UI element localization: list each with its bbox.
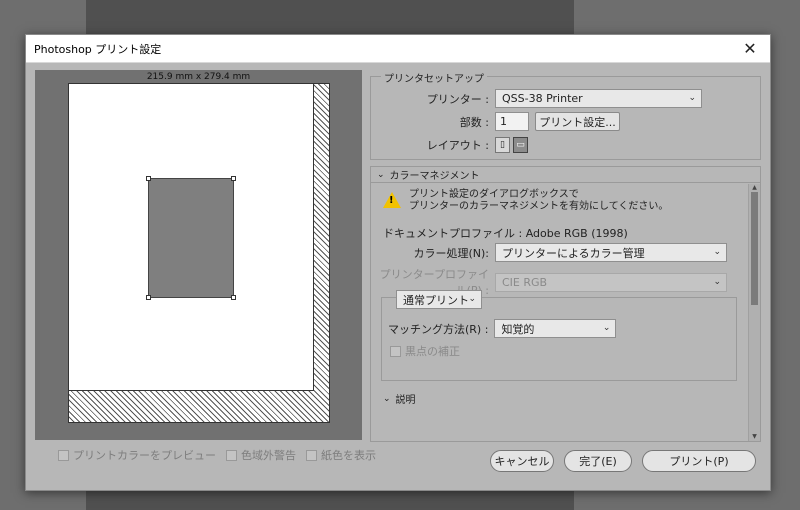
color-management-panel: ⌄ カラーマネジメント ! プリント設定のダイアログボックスで プリンターのカラ… [370, 166, 761, 442]
vertical-scrollbar[interactable]: ▲ ▼ [748, 184, 760, 441]
chevron-down-icon: ⌄ [602, 323, 611, 333]
print-settings-button[interactable]: プリント設定... [535, 112, 620, 131]
color-handling-label: カラー処理(N): [413, 246, 489, 260]
checkbox-label: 色域外警告 [241, 449, 296, 462]
description-title: 説明 [395, 395, 416, 406]
printable-area [69, 84, 314, 391]
checkbox-label: プリントカラーをプレビュー [73, 449, 216, 462]
color-handling-select[interactable]: プリンターによるカラー管理 ⌄ [495, 243, 727, 262]
color-management-header[interactable]: ⌄ カラーマネジメント [371, 167, 760, 183]
copies-input[interactable]: 1 [495, 112, 529, 131]
normal-print-select[interactable]: 通常プリント ⌄ [396, 290, 482, 309]
chevron-down-icon: ⌄ [688, 93, 696, 103]
chevron-down-icon: ⌄ [468, 294, 476, 304]
matching-row: マッチング方法(R) : 知覚的 ⌄ [388, 319, 617, 338]
printer-label: プリンター : [426, 92, 489, 106]
doc-profile-row: ドキュメントプロファイル : Adobe RGB (1998) [383, 225, 628, 241]
paper-sheet [68, 83, 330, 423]
scrollbar-thumb[interactable] [751, 192, 758, 305]
checkbox-box[interactable] [226, 449, 237, 461]
checkbox-box[interactable] [58, 449, 69, 461]
landscape-layout-icon[interactable]: ▭ [513, 137, 528, 153]
chevron-down-icon: ⌄ [383, 393, 391, 404]
scroll-down-icon[interactable]: ▼ [749, 433, 760, 441]
preview-options: プリントカラーをプレビュー 色域外警告 紙色を表示 [58, 447, 376, 463]
resize-handle-bottom-left[interactable] [146, 295, 151, 300]
black-point-label: 黒点の補正 [405, 345, 460, 358]
rendering-options-group: 通常プリント ⌄ マッチング方法(R) : 知覚的 ⌄ 黒点の補正 [381, 290, 737, 381]
warning-line-1: プリント設定のダイアログボックスで [409, 189, 579, 200]
image-placement[interactable] [146, 176, 236, 300]
printer-profile-value: CIE RGB [502, 275, 548, 289]
layout-row: レイアウト : ▯ ▭ [371, 137, 528, 153]
printer-setup-group: プリンタセットアップ プリンター : QSS-38 Printer ⌄ 部数 :… [370, 70, 761, 160]
done-button[interactable]: 完了(E) [564, 450, 632, 472]
chevron-down-icon: ⌄ [713, 247, 721, 257]
color-handling-value: プリンターによるカラー管理 [502, 246, 645, 260]
matching-select[interactable]: 知覚的 ⌄ [494, 319, 617, 338]
layout-label: レイアウト : [426, 139, 489, 152]
warning-line-2: プリンターのカラーマネジメントを有効にしてください。 [409, 201, 669, 212]
chevron-down-icon: ⌄ [377, 169, 385, 180]
printer-setup-legend: プリンタセットアップ [381, 70, 487, 85]
checkbox-label: 紙色を表示 [321, 449, 376, 462]
show-paper-white-checkbox[interactable]: 紙色を表示 [306, 447, 376, 463]
matching-label: マッチング方法(R) : [388, 322, 489, 336]
matching-value: 知覚的 [501, 322, 535, 336]
gamut-warning-checkbox[interactable]: 色域外警告 [226, 447, 296, 463]
cancel-button[interactable]: キャンセル [490, 450, 554, 472]
title-bar: Photoshop プリント設定 ✕ [26, 35, 770, 63]
normal-print-value: 通常プリント [403, 293, 469, 307]
checkbox-box[interactable] [306, 449, 317, 461]
preview-print-color-checkbox[interactable]: プリントカラーをプレビュー [58, 447, 216, 463]
black-point-checkbox[interactable]: 黒点の補正 [390, 343, 460, 359]
printer-profile-select[interactable]: CIE RGB ⌄ [495, 272, 727, 292]
copies-row: 部数 : 1 プリント設定... [371, 112, 620, 131]
document-profile-text: ドキュメントプロファイル : Adobe RGB (1998) [383, 227, 628, 240]
print-button[interactable]: プリント(P) [642, 450, 756, 472]
description-header[interactable]: ⌄ 説明 [383, 391, 416, 407]
printer-select[interactable]: QSS-38 Printer ⌄ [495, 89, 702, 108]
dialog-buttons: キャンセル 完了(E) プリント(P) [490, 450, 756, 472]
scroll-up-icon[interactable]: ▲ [749, 184, 760, 192]
printer-value: QSS-38 Printer [502, 92, 583, 105]
warning-message: ! プリント設定のダイアログボックスで プリンターのカラーマネジメントを有効にし… [383, 189, 668, 213]
warning-icon: ! [383, 192, 401, 208]
chevron-down-icon: ⌄ [713, 276, 721, 287]
printer-row: プリンター : QSS-38 Printer ⌄ [371, 89, 702, 108]
checkbox-box[interactable] [390, 345, 401, 357]
close-icon[interactable]: ✕ [730, 35, 770, 63]
portrait-layout-icon[interactable]: ▯ [495, 137, 510, 153]
color-management-title: カラーマネジメント [389, 171, 480, 182]
copies-label: 部数 : [459, 115, 489, 129]
paper-size-label: 215.9 mm x 279.4 mm [146, 72, 251, 82]
resize-handle-top-right[interactable] [231, 176, 236, 181]
resize-handle-top-left[interactable] [146, 176, 151, 181]
window-title: Photoshop プリント設定 [34, 42, 162, 56]
print-settings-dialog: Photoshop プリント設定 ✕ 215.9 mm x 279.4 mm プ… [25, 34, 771, 491]
color-handling-row: カラー処理(N): プリンターによるカラー管理 ⌄ [371, 243, 727, 262]
print-preview: 215.9 mm x 279.4 mm [35, 70, 362, 440]
resize-handle-bottom-right[interactable] [231, 295, 236, 300]
